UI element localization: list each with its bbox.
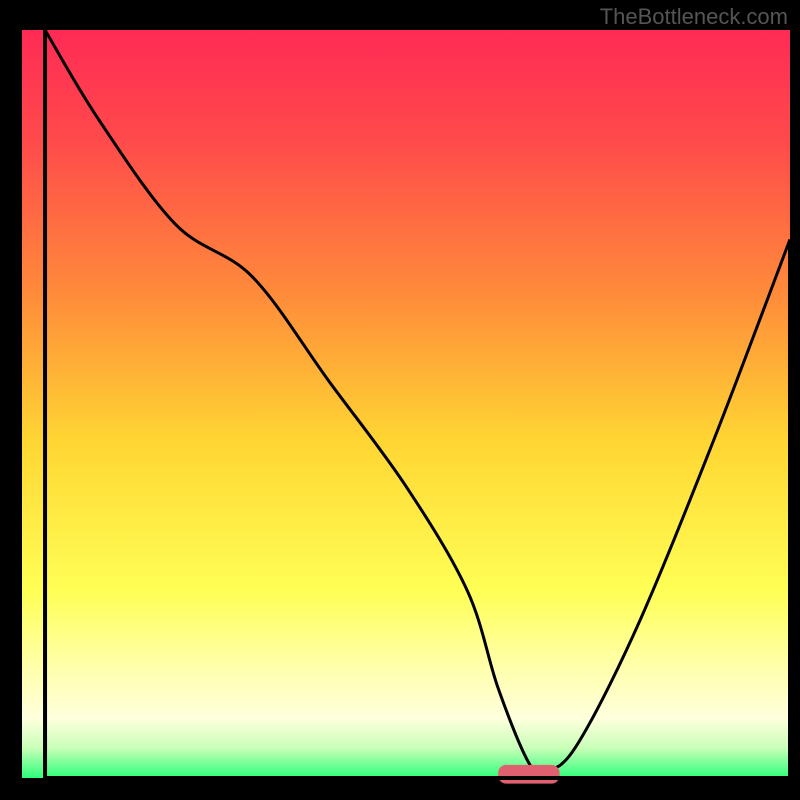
optimal-range-marker bbox=[498, 765, 559, 784]
plot-background bbox=[22, 30, 790, 778]
bottleneck-chart: TheBottleneck.com bbox=[0, 0, 800, 800]
watermark-text: TheBottleneck.com bbox=[600, 4, 788, 30]
chart-canvas bbox=[0, 0, 800, 800]
